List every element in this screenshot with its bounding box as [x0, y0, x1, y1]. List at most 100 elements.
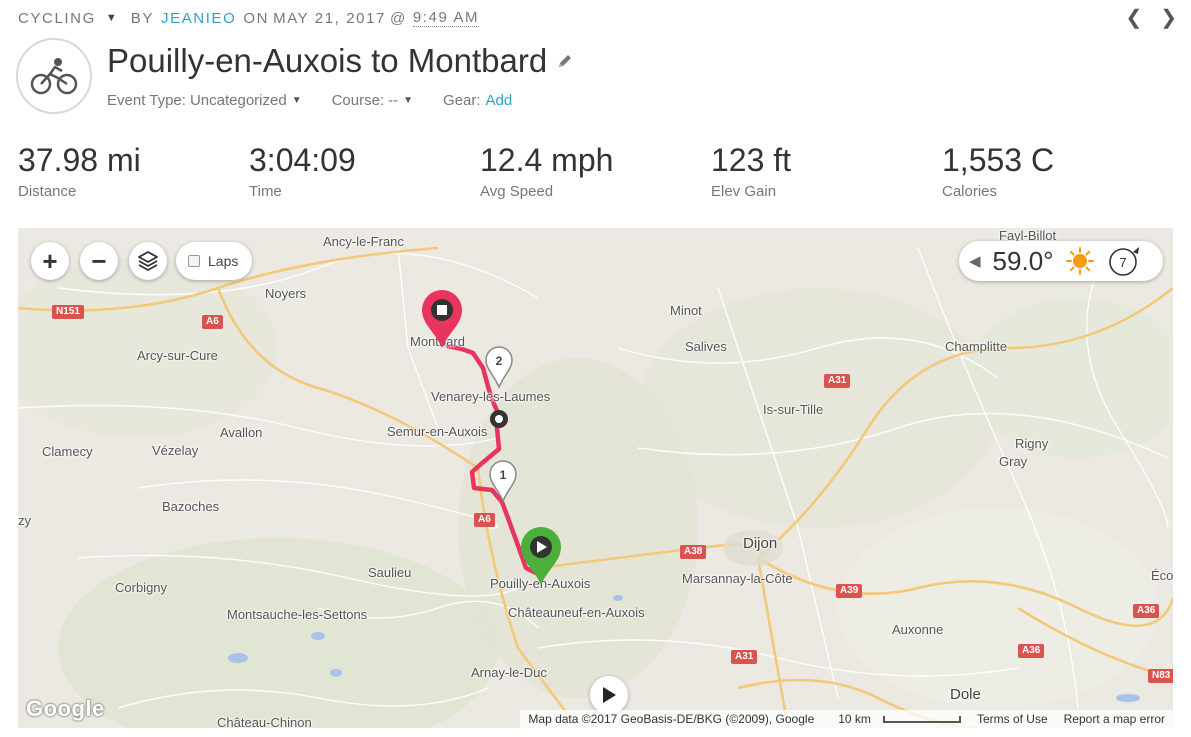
- place-label: Marsannay-la-Côte: [682, 571, 793, 586]
- zoom-in-button[interactable]: +: [31, 242, 69, 280]
- place-label: Dole: [950, 686, 981, 703]
- caret-down-icon: ▼: [291, 95, 302, 106]
- place-label: Semur-en-Auxois: [387, 424, 488, 439]
- place-label: Avallon: [220, 425, 263, 440]
- activity-type-dropdown[interactable]: CYCLING: [18, 10, 96, 27]
- event-type-label: Event Type:: [107, 92, 186, 109]
- activity-date: MAY 21, 2017: [273, 9, 386, 27]
- laps-toggle[interactable]: Laps: [176, 242, 253, 280]
- laps-label: Laps: [208, 253, 239, 269]
- activity-navigation: ❮ ❯: [1125, 8, 1177, 28]
- start-marker[interactable]: [518, 525, 564, 587]
- road-badge: A36: [1133, 604, 1160, 618]
- wind-speed: 7: [1119, 255, 1126, 270]
- caret-down-icon[interactable]: ▼: [106, 12, 117, 24]
- road-badge: A31: [824, 374, 851, 388]
- place-label: Clamecy: [42, 444, 93, 459]
- layers-icon: [138, 251, 158, 271]
- place-label: Saulieu: [368, 565, 412, 580]
- play-icon: [603, 687, 616, 703]
- place-label: Dijon: [743, 535, 778, 552]
- report-error-link[interactable]: Report a map error: [1056, 712, 1173, 726]
- weather-widget: ◀ 59.0° 7: [959, 241, 1163, 281]
- map-scale[interactable]: 10 km: [822, 712, 969, 726]
- map-terrain: [18, 228, 1173, 728]
- stat-label: Distance: [18, 183, 77, 200]
- laps-checkbox[interactable]: [188, 255, 200, 267]
- place-label: Auxonne: [892, 622, 944, 637]
- zoom-out-button[interactable]: −: [80, 242, 118, 280]
- on-label: ON: [243, 9, 270, 27]
- activity-meta: Event Type: Uncategorized ▼ Course: -- ▼…: [107, 92, 542, 109]
- bicycle-icon: [16, 38, 92, 114]
- road-badge: A38: [680, 545, 707, 559]
- place-label: Is-sur-Tille: [763, 402, 824, 417]
- lap-marker[interactable]: 2: [484, 345, 514, 389]
- stat-label: Time: [249, 183, 282, 200]
- road-badge: A39: [836, 584, 863, 598]
- stat-calories: 1,553 C Calories: [942, 142, 1162, 200]
- scale-bar: [882, 716, 961, 724]
- activity-byline: CYCLING ▼ BY JEANIEO ON MAY 21, 2017 @ 9…: [18, 9, 480, 27]
- stat-value: 37.98 mi: [18, 142, 141, 178]
- caret-down-icon: ▼: [403, 95, 414, 106]
- road-badge: A6: [202, 315, 223, 329]
- chevron-right-icon[interactable]: ❯: [1160, 8, 1177, 28]
- gear-field: Gear: Add: [443, 92, 512, 109]
- lap-marker[interactable]: 1: [488, 459, 518, 503]
- stat-label: Calories: [942, 183, 998, 200]
- road-badge: A6: [474, 513, 495, 527]
- caret-left-icon[interactable]: ◀: [969, 252, 981, 270]
- place-label: Arcy-sur-Cure: [137, 348, 218, 363]
- layers-button[interactable]: [129, 242, 167, 280]
- stat-value: 3:04:09: [249, 142, 356, 178]
- stat-value: 12.4 mph: [480, 142, 614, 178]
- place-label: Salives: [685, 339, 727, 354]
- place-label: Noyers: [265, 286, 307, 301]
- road-badge: A31: [731, 650, 758, 664]
- place-label: Châteauneuf-en-Auxois: [508, 605, 645, 620]
- activity-title: Pouilly-en-Auxois to Montbard: [107, 42, 548, 79]
- stat-label: Avg Speed: [480, 183, 554, 200]
- end-marker[interactable]: [419, 288, 465, 350]
- chevron-left-icon[interactable]: ❮: [1125, 8, 1142, 28]
- stat-value: 123 ft: [711, 142, 792, 178]
- replay-button[interactable]: [590, 676, 628, 714]
- event-type-dropdown[interactable]: Event Type: Uncategorized ▼: [107, 92, 302, 109]
- place-label: Éco: [1151, 568, 1173, 583]
- pencil-icon[interactable]: [557, 53, 573, 69]
- place-label: Château-Chinon: [217, 715, 312, 728]
- stat-value: 1,553 C: [942, 142, 1055, 178]
- stop-icon: [437, 305, 447, 315]
- route-map[interactable]: Ancy-le-Franc Noyers Montbard Minot Sali…: [18, 228, 1173, 728]
- by-label: BY: [130, 9, 154, 27]
- temperature: 59.0°: [992, 245, 1054, 276]
- title-row: Pouilly-en-Auxois to Montbard: [107, 42, 573, 80]
- stat-time: 3:04:09 Time: [249, 142, 469, 200]
- place-label: Vézelay: [152, 443, 199, 458]
- author-link[interactable]: JEANIEO: [161, 10, 236, 27]
- lap-number: 2: [496, 354, 503, 368]
- place-label: Montsauche-les-Settons: [227, 607, 368, 622]
- lap-number: 1: [500, 468, 507, 482]
- wind-direction-icon: 7: [1108, 245, 1142, 277]
- place-label: Champlitte: [945, 339, 1008, 354]
- scale-label: 10 km: [838, 712, 871, 726]
- map-attribution: Map data ©2017 GeoBasis-DE/BKG (©2009), …: [528, 712, 815, 726]
- gear-label: Gear:: [443, 92, 481, 109]
- stat-elev-gain: 123 ft Elev Gain: [711, 142, 931, 200]
- stat-avg-speed: 12.4 mph Avg Speed: [480, 142, 700, 200]
- at-label: @: [389, 9, 407, 27]
- place-label: Gray: [999, 454, 1028, 469]
- course-dropdown[interactable]: Course: -- ▼: [332, 92, 413, 109]
- google-logo: Google: [26, 696, 105, 721]
- place-label: Corbigny: [115, 580, 168, 595]
- add-gear-link[interactable]: Add: [486, 92, 513, 109]
- place-label: Minot: [670, 303, 702, 318]
- place-label: Ancy-le-Franc: [323, 234, 404, 249]
- place-label: Rigny: [1015, 436, 1049, 451]
- terms-link[interactable]: Terms of Use: [969, 712, 1056, 726]
- stat-distance: 37.98 mi Distance: [18, 142, 238, 200]
- place-label: Arnay-le-Duc: [471, 665, 547, 680]
- activity-time[interactable]: 9:49 AM: [412, 9, 480, 27]
